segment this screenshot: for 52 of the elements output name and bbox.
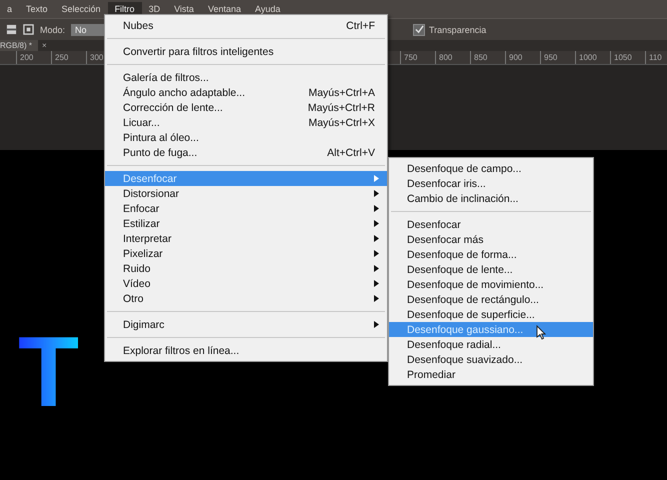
menu-item[interactable]: Vídeo [105,276,387,291]
menu-item[interactable]: Cambio de inclinación... [389,191,593,206]
menu-item[interactable]: Desenfoque de movimiento... [389,277,593,292]
menu-item[interactable]: Desenfoque radial... [389,337,593,352]
ruler-label: 850 [470,51,505,64]
menu-item[interactable]: Ángulo ancho adaptable... Mayús+Ctrl+A [105,85,387,100]
menu-bar-item[interactable]: Ventana [200,2,248,16]
menu-bar-item[interactable]: Texto [19,2,55,16]
menu-item[interactable]: Enfocar [105,201,387,216]
mode-label: Modo: [40,24,66,34]
menu-item[interactable]: Corrección de lente... Mayús+Ctrl+R [105,100,387,115]
ruler-label: 1000 [575,51,610,64]
ruler-label: 900 [505,51,540,64]
menu-item[interactable]: Desenfoque de campo... [389,161,593,176]
menu-bar-item[interactable]: Selección [54,2,108,16]
menu-item[interactable]: Pixelizar [105,246,387,261]
ruler-label: 950 [540,51,575,64]
menu-item[interactable]: Desenfocar iris... [389,176,593,191]
menu-item[interactable]: Desenfoque de forma... [389,247,593,262]
menu-bar-item[interactable]: Ayuda [248,2,288,16]
menu-item[interactable]: Ruido [105,261,387,276]
rectangle-icon[interactable] [6,24,17,35]
menu-item[interactable]: Desenfoque suavizado... [389,352,593,367]
document-tab[interactable]: RGB/8) * [0,40,38,51]
menu-item[interactable]: Otro [105,291,387,306]
menu-item[interactable]: Punto de fuga... Alt+Ctrl+V [105,145,387,160]
transparency-label: Transparencia [429,24,486,34]
menu-bar-item[interactable]: 3D [142,2,168,16]
menu-item[interactable]: Estilizar [105,216,387,231]
transparency-checkbox[interactable] [413,24,426,36]
mouse-pointer-icon [536,325,546,340]
menu-item[interactable]: Distorsionar [105,186,387,201]
menu-item[interactable]: Interpretar [105,231,387,246]
ruler-label: 800 [435,51,470,64]
ruler-label: 200 [16,51,51,64]
ruler-label: 1050 [610,51,645,64]
menu-item[interactable]: Licuar... Mayús+Ctrl+X [105,115,387,130]
square-icon[interactable] [23,24,34,35]
menu-item[interactable]: Desenfocar más [389,232,593,247]
ruler-label: 110 [645,51,665,64]
close-icon[interactable]: × [38,41,51,50]
ruler-label: 750 [400,51,435,64]
menu-item[interactable]: Desenfoque de superficie... [389,307,593,322]
menu-item[interactable]: Desenfoque de rectángulo... [389,292,593,307]
menu-item[interactable]: Pintura al óleo... [105,130,387,145]
ruler-label: 250 [51,51,86,64]
menu-bar-item[interactable]: a [0,2,20,16]
menu-item[interactable]: Desenfoque de lente... [389,262,593,277]
menu-bar-item[interactable]: Vista [167,2,201,16]
menu-item[interactable]: Desenfocar [389,217,593,232]
menu-item[interactable]: Galería de filtros... [105,70,387,85]
menu-item[interactable]: Promediar [389,367,593,382]
